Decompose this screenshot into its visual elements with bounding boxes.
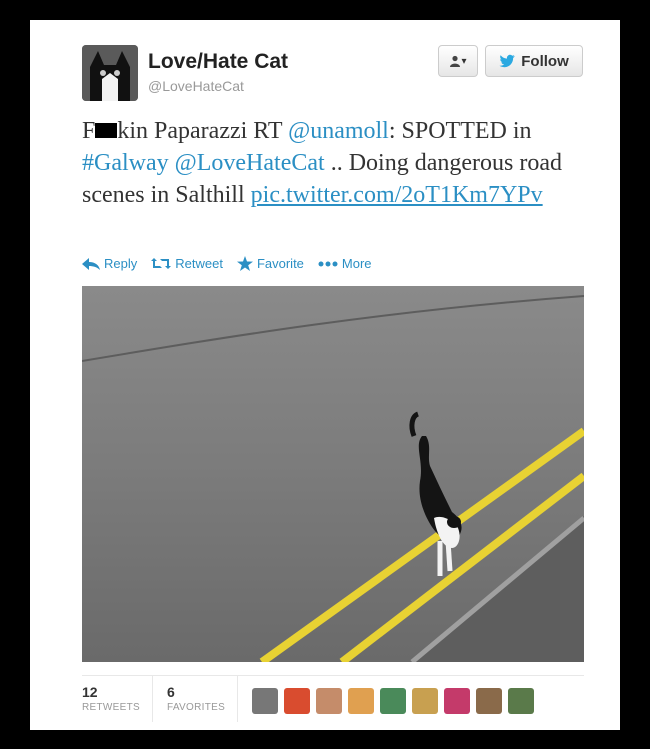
- favorites-stat[interactable]: 6 FAVORITES: [166, 676, 239, 722]
- retweet-action[interactable]: Retweet: [151, 256, 223, 271]
- star-icon: [236, 256, 253, 271]
- retweet-label: Retweet: [175, 256, 223, 271]
- favorites-label: FAVORITES: [166, 702, 226, 713]
- redaction-bar: [95, 123, 118, 138]
- hashtag-link[interactable]: #Galway: [82, 150, 169, 176]
- favoriter-avatar[interactable]: [284, 688, 311, 714]
- favorites-count: 6: [166, 684, 175, 700]
- favoriter-avatar[interactable]: [252, 688, 279, 714]
- favoriter-avatar[interactable]: [380, 688, 407, 714]
- tweet-text-segment: : SPOTTED in: [388, 118, 532, 144]
- retweets-stat[interactable]: 12 RETWEETS: [82, 676, 153, 722]
- tweet-photo[interactable]: [82, 286, 584, 662]
- favoriter-avatar[interactable]: [412, 688, 439, 714]
- tweet-text-segment: F: [82, 118, 96, 144]
- favorite-label: Favorite: [256, 256, 304, 271]
- favoriter-avatar[interactable]: [508, 688, 535, 714]
- tweet-text-segment: kin Paparazzi RT: [117, 118, 289, 144]
- cat-on-road-photo: [82, 286, 584, 662]
- favoriter-avatar[interactable]: [348, 688, 375, 714]
- favorite-action[interactable]: Favorite: [236, 256, 304, 271]
- user-name[interactable]: Love/Hate Cat: [148, 50, 288, 74]
- more-label: More: [341, 256, 372, 271]
- retweet-icon: [151, 258, 172, 269]
- retweets-label: RETWEETS: [82, 702, 140, 713]
- mention-link[interactable]: @unamoll: [288, 118, 389, 144]
- favoriter-avatars: [252, 676, 535, 714]
- more-action[interactable]: More: [318, 256, 372, 271]
- twitter-bird-icon: [499, 54, 516, 68]
- cat-avatar-icon: [82, 45, 138, 101]
- person-icon: [450, 55, 461, 67]
- reply-action[interactable]: Reply: [82, 256, 137, 271]
- user-actions-button[interactable]: ▾: [438, 45, 478, 77]
- tweet-actions: Reply Retweet Favorite More: [82, 256, 372, 271]
- more-dots-icon: [318, 261, 338, 266]
- favoriter-avatar[interactable]: [444, 688, 471, 714]
- favoriter-avatar[interactable]: [316, 688, 343, 714]
- avatar[interactable]: [82, 45, 138, 101]
- tweet-text: Fkin Paparazzi RT @unamoll: SPOTTED in #…: [82, 115, 582, 211]
- media-link[interactable]: pic.twitter.com/2oT1Km7YPv: [251, 182, 543, 208]
- reply-label: Reply: [104, 256, 138, 271]
- favoriter-avatar[interactable]: [476, 688, 503, 714]
- retweets-count: 12: [82, 684, 98, 700]
- tweet-stats: 12 RETWEETS 6 FAVORITES: [82, 675, 584, 726]
- mention-link[interactable]: @LoveHateCat: [175, 150, 325, 176]
- reply-icon: [82, 257, 100, 270]
- user-handle[interactable]: @LoveHateCat: [148, 78, 244, 94]
- follow-button[interactable]: Follow: [485, 45, 583, 77]
- chevron-down-icon: ▾: [461, 55, 467, 67]
- follow-label: Follow: [521, 52, 569, 70]
- tweet-card: Love/Hate Cat @LoveHateCat ▾ Follow Fkin…: [30, 20, 620, 730]
